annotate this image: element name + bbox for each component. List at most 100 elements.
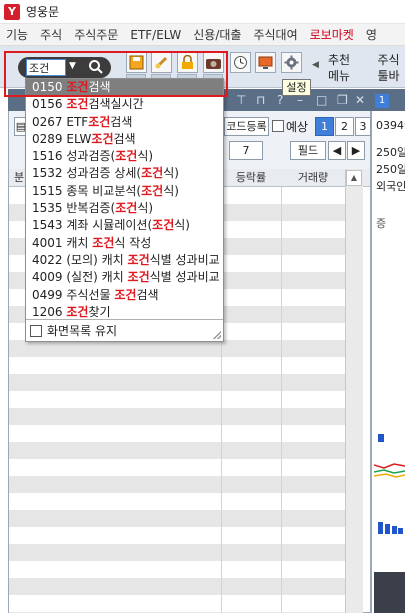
keyword-highlight: 조건 [115, 201, 138, 216]
recommend-menu-button[interactable]: 추천 메뉴 [322, 52, 356, 84]
menu-credit-loan[interactable]: 신용/대출 [187, 26, 247, 43]
keyword-highlight: 조건 [141, 166, 164, 181]
dropdown-item[interactable]: 0156 조건검색실시간 [26, 96, 223, 113]
maximize-icon[interactable]: □ [316, 93, 327, 107]
right-panel-line: 250일 [376, 146, 405, 159]
keyword-highlight: 조건 [127, 270, 150, 285]
column-header-change-rate[interactable]: 등락률 [222, 169, 280, 187]
close-icon[interactable]: ✕ [355, 93, 365, 107]
dropdown-item[interactable]: 1543 계좌 시뮬레이션(조건식) [26, 217, 223, 234]
dropdown-item[interactable]: 1535 반복검증(조건식) [26, 200, 223, 217]
column-header-volume[interactable]: 거래량 [281, 169, 345, 187]
forecast-label: 예상 [286, 120, 309, 134]
screen-name-text: ELW [66, 131, 92, 146]
keyword-highlight: 조건 [92, 235, 115, 250]
settings-tooltip: 설정 [282, 79, 311, 96]
save-icon[interactable] [126, 52, 147, 73]
dropdown-item[interactable]: 4009 (실전) 캐치 조건식별 성과비교 [26, 269, 223, 286]
stock-toolbar-line2: 툴바 [377, 69, 400, 83]
screen-code: 1515 [32, 183, 63, 198]
screen-code: 4022 [32, 252, 63, 267]
menu-stock-lending[interactable]: 주식대여 [247, 26, 303, 43]
menu-bar: 기능 주식 주식주문 ETF/ELW 신용/대출 주식대여 로보마켓 영 [0, 24, 405, 46]
restore-icon[interactable]: ❐ [337, 93, 348, 107]
dropdown-item[interactable]: 1532 성과검증 상세(조건식) [26, 165, 223, 182]
screen-name-text: (모의) 캐치 [66, 252, 128, 267]
menu-overflow[interactable]: 영 [360, 26, 383, 43]
clock-icon[interactable] [230, 52, 251, 73]
arrow-right-icon[interactable]: ▶ [347, 141, 365, 160]
field-button[interactable]: 필드 [290, 141, 326, 160]
screen-code: 1543 [32, 218, 63, 233]
stock-toolbar-button[interactable]: 주식 툴바 [372, 52, 405, 84]
screen-name-text: 식별 성과비교 [149, 270, 220, 285]
brush-icon[interactable] [151, 52, 172, 73]
scroll-up-icon[interactable]: ▲ [346, 170, 362, 186]
dropdown-item[interactable]: 0289 ELW조건검색 [26, 131, 223, 148]
gear-icon[interactable] [281, 52, 302, 73]
lock-icon[interactable] [177, 52, 198, 73]
dropdown-item[interactable]: 1516 성과검증(조건식) [26, 148, 223, 165]
keyword-highlight: 조건 [66, 80, 89, 94]
dropdown-item[interactable]: 4022 (모의) 캐치 조건식별 성과비교 [26, 252, 223, 269]
recommend-menu-line1: 추천 [327, 53, 351, 67]
number-chip[interactable]: 7 [229, 141, 263, 160]
page-tab-3[interactable]: 3 [355, 117, 371, 136]
keyword-highlight: 조건 [114, 287, 137, 302]
camera-icon[interactable] [203, 52, 224, 73]
link-icon[interactable]: ⊓ [256, 93, 265, 107]
dropdown-item[interactable]: 4001 캐치 조건식 작성 [26, 235, 223, 252]
keep-list-checkbox[interactable] [30, 324, 42, 337]
screen-code: 1516 [32, 149, 63, 164]
screen-name-text: 검색 [88, 80, 111, 94]
screen-name-text: 검색 [110, 114, 133, 129]
dropdown-item[interactable]: 0150 조건검색 [26, 79, 223, 97]
column-header-first[interactable]: 분 [12, 169, 26, 187]
chevron-down-icon[interactable]: ▼ [69, 61, 76, 71]
resize-grip-icon[interactable] [213, 331, 221, 339]
keep-screen-list-option[interactable]: 화면목록 유지 [26, 319, 223, 341]
screen-name-text: 식) [174, 218, 190, 233]
dropdown-item[interactable]: 1515 종목 비교분석(조건식) [26, 183, 223, 200]
screen-search-input[interactable] [26, 59, 66, 76]
dropdown-item[interactable]: 0499 주식선물 조건검색 [26, 287, 223, 304]
code-register-button[interactable]: 코드등록 [224, 117, 269, 136]
screen-name-text: 식) [163, 166, 179, 181]
menu-robo-market[interactable]: 로보마켓 [304, 26, 360, 43]
title-bar: Y 영웅문 [0, 0, 405, 24]
search-icon[interactable] [87, 58, 105, 76]
stock-toolbar-line1: 주식 [377, 53, 400, 67]
keyword-highlight: 조건 [91, 131, 114, 146]
keyword-highlight: 조건 [66, 97, 89, 112]
screen-name-text: 종목 비교분석( [66, 183, 142, 198]
screen-name-text: ETF [66, 114, 89, 129]
screen-name-text: 식) [137, 149, 154, 164]
menu-stock[interactable]: 주식 [34, 26, 68, 43]
right-panel-code[interactable]: 03949 [376, 119, 405, 132]
screen-code: 4001 [32, 235, 63, 250]
screen-code: 1532 [32, 166, 63, 181]
monitor-icon[interactable] [255, 52, 276, 73]
screen-code: 4009 [32, 270, 63, 285]
dropdown-item[interactable]: 0267 ETF조건검색 [26, 114, 223, 131]
keyword-highlight: 조건 [88, 114, 111, 129]
grid-scrollbar[interactable] [345, 169, 363, 613]
screen-name-text: 찾기 [88, 304, 111, 319]
screen-name-text: 검색실시간 [88, 97, 144, 112]
app-logo-icon: Y [4, 3, 20, 20]
screen-name-text: 식) [163, 183, 179, 198]
arrow-left-icon[interactable]: ◀ [328, 141, 346, 160]
screen-code: 0267 [32, 114, 63, 129]
screen-name-text: 성과검증 상세( [66, 166, 142, 181]
menu-stock-order[interactable]: 주식주문 [68, 26, 124, 43]
keep-list-label: 화면목록 유지 [47, 324, 118, 338]
forecast-checkbox[interactable] [272, 120, 284, 132]
menu-etf-elw[interactable]: ETF/ELW [124, 28, 187, 42]
page-tab-2[interactable]: 2 [335, 117, 354, 136]
chevron-left-icon[interactable]: ◀ [312, 60, 319, 70]
keyword-highlight: 조건 [127, 252, 150, 267]
page-tab-1[interactable]: 1 [315, 117, 334, 136]
menu-function[interactable]: 기능 [0, 26, 34, 43]
pin-icon[interactable]: ⊤ [236, 93, 246, 107]
screen-code: 0289 [32, 131, 63, 146]
